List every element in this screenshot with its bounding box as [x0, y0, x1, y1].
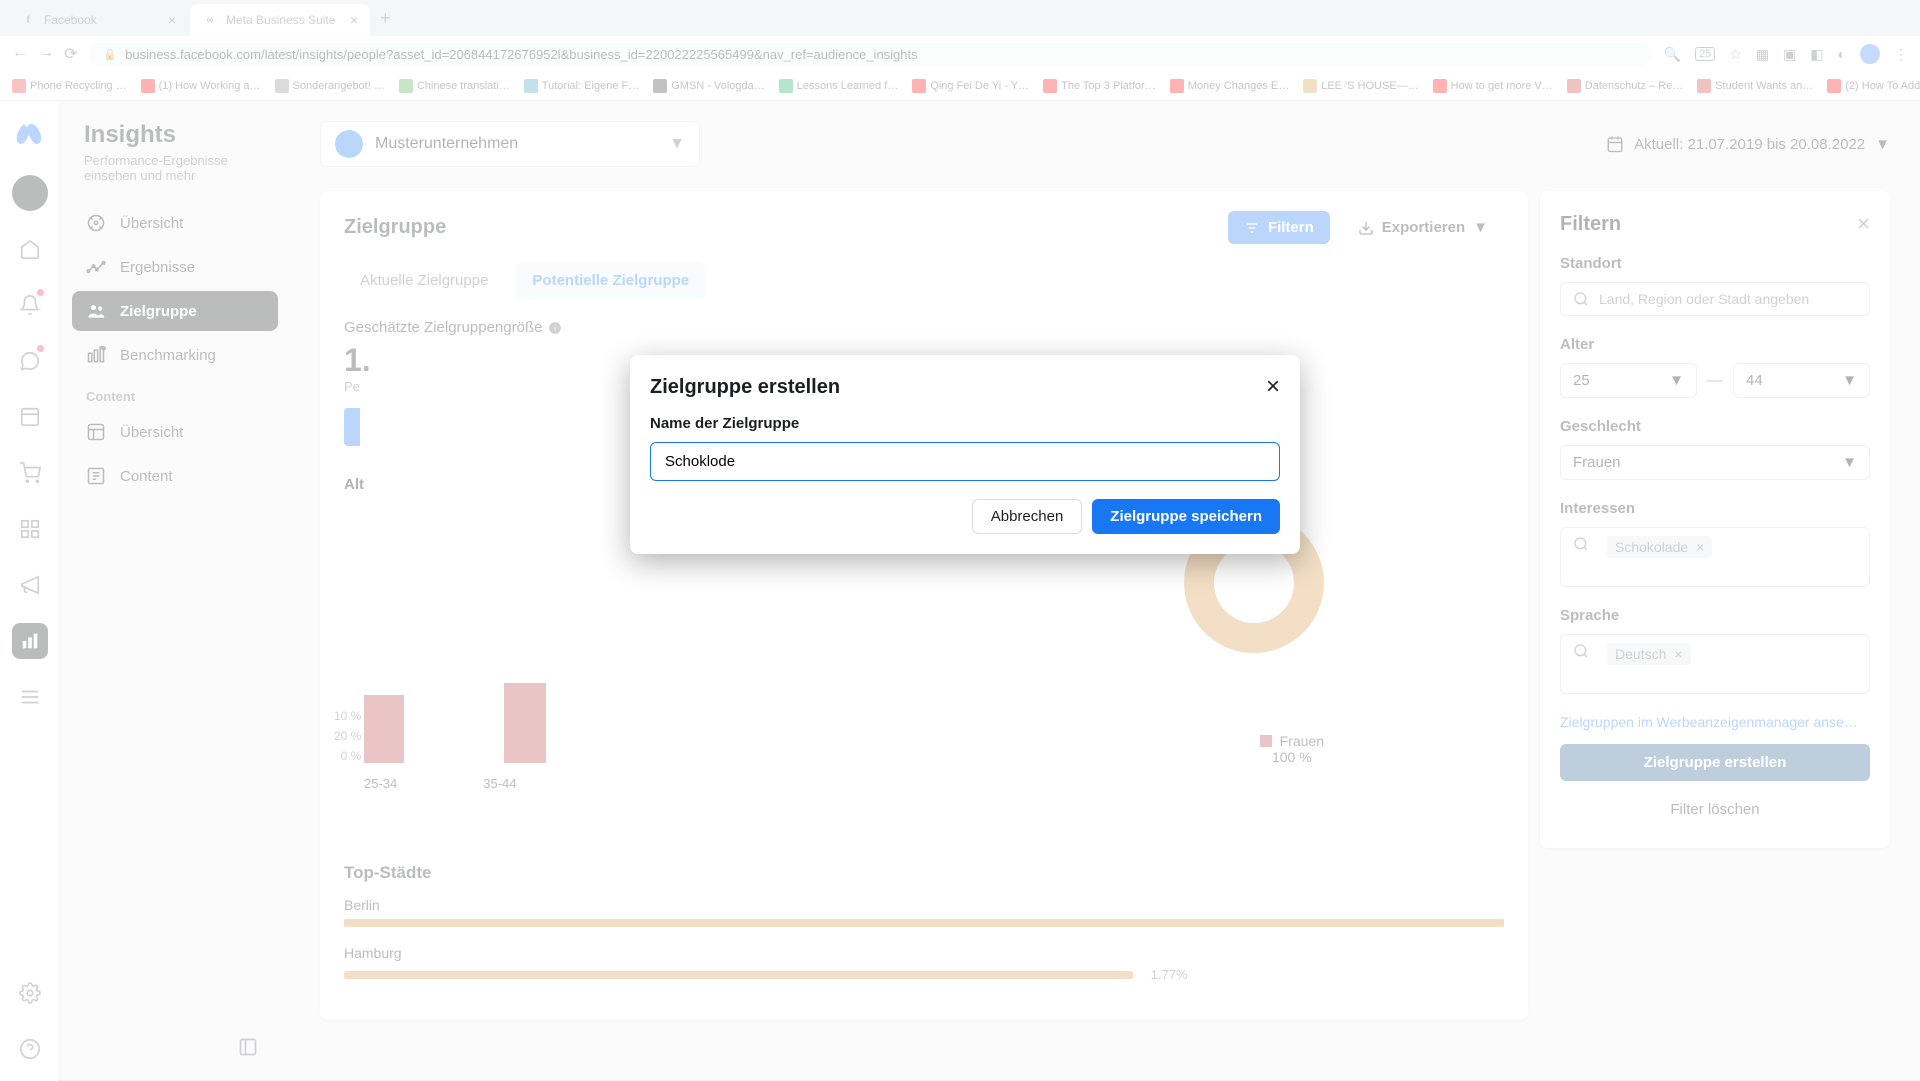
save-audience-button[interactable]: Zielgruppe speichern [1092, 499, 1280, 534]
close-icon[interactable]: × [1266, 375, 1280, 399]
modal-title: Zielgruppe erstellen [650, 376, 840, 399]
audience-name-input[interactable] [650, 442, 1280, 481]
modal-input-label: Name der Zielgruppe [650, 415, 1280, 432]
create-audience-modal: Zielgruppe erstellen × Name der Zielgrup… [630, 355, 1300, 554]
cancel-button[interactable]: Abbrechen [972, 499, 1083, 534]
